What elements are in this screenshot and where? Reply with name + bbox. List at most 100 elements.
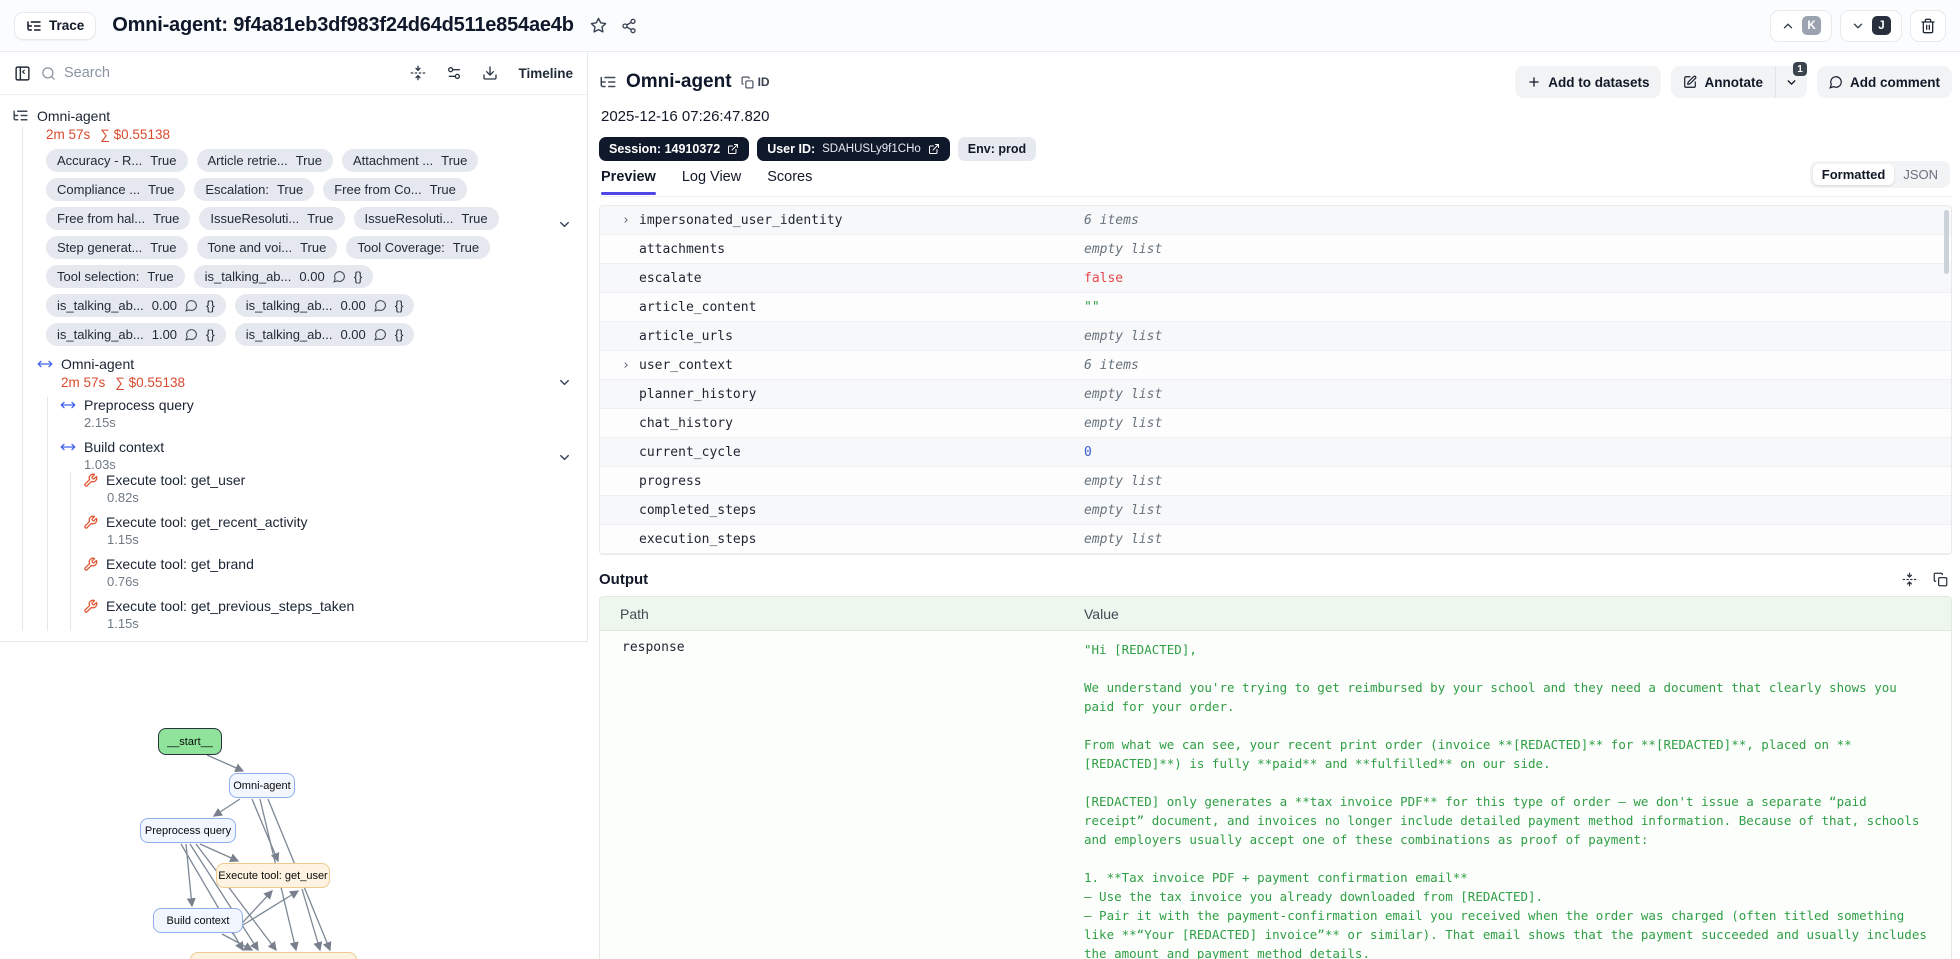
- expand-chevron-icon[interactable]: ›: [622, 358, 639, 373]
- score-badge[interactable]: is_talking_ab... 0.00{}: [234, 294, 415, 317]
- kv-row[interactable]: escalate false: [600, 264, 1951, 293]
- kv-value: false: [1084, 270, 1124, 286]
- output-response-row[interactable]: response "Hi [REDACTED], We understand y…: [600, 631, 1951, 959]
- view-json-option[interactable]: JSON: [1894, 164, 1947, 185]
- kv-key-text: chat_history: [639, 415, 733, 431]
- kv-row[interactable]: chat_history empty list: [600, 409, 1951, 438]
- user-id-badge[interactable]: User ID: SDAHUSLy9f1CHo: [757, 137, 950, 161]
- kv-row[interactable]: attachments empty list: [600, 235, 1951, 264]
- tree-node-span[interactable]: Preprocess query 2.15s: [60, 397, 588, 430]
- tool-duration: 0.76s: [107, 574, 139, 589]
- star-icon[interactable]: [590, 17, 607, 34]
- score-badge[interactable]: Accuracy - R... True: [46, 149, 188, 172]
- collapse-node-chevron[interactable]: [552, 445, 576, 469]
- graph-node-execute-tool-get-user[interactable]: Execute tool: get_user: [216, 863, 330, 888]
- tree-node-tool[interactable]: Execute tool: get_recent_activity 1.15s: [83, 514, 588, 547]
- shortcut-key-k: K: [1802, 16, 1821, 35]
- kv-row[interactable]: progress empty list: [600, 467, 1951, 496]
- search-icon: [41, 66, 56, 81]
- download-icon[interactable]: [482, 65, 498, 81]
- score-badge[interactable]: Free from Co... True: [323, 178, 467, 201]
- graph-node-omni-agent[interactable]: Omni-agent: [229, 773, 295, 798]
- copy-id-button[interactable]: ID: [741, 75, 770, 89]
- next-trace-button[interactable]: J: [1840, 9, 1902, 42]
- score-badge[interactable]: is_talking_ab... 1.00{}: [46, 323, 226, 346]
- collapse-sidebar-icon[interactable]: [14, 65, 31, 82]
- tree-node-tool[interactable]: Execute tool: get_brand 0.76s: [83, 556, 588, 589]
- trace-tree: Omni-agent 2m 57s ∑ $0.55138 Accuracy - R…: [0, 95, 588, 641]
- score-badge[interactable]: Compliance ... True: [46, 178, 186, 201]
- delete-trace-button[interactable]: [1910, 9, 1946, 42]
- graph-node-clipped[interactable]: [190, 952, 357, 959]
- copy-icon[interactable]: [1933, 572, 1948, 587]
- fold-vertical-icon[interactable]: [410, 65, 426, 81]
- tree-node-tool[interactable]: Execute tool: get_previous_steps_taken 1…: [83, 598, 588, 631]
- kv-row[interactable]: › user_context 6 items: [600, 351, 1951, 380]
- kv-value: empty list: [1084, 473, 1163, 489]
- external-link-icon: [728, 144, 739, 154]
- add-to-datasets-button[interactable]: Add to datasets: [1515, 66, 1662, 98]
- add-comment-button[interactable]: Add comment: [1816, 66, 1952, 98]
- plus-icon: [1529, 77, 1539, 87]
- output-col-path: Path: [620, 605, 649, 622]
- kv-value: 0: [1084, 444, 1092, 460]
- expand-chevron-icon[interactable]: ›: [622, 213, 639, 228]
- display-settings-icon[interactable]: [446, 65, 462, 81]
- previous-trace-button[interactable]: K: [1770, 9, 1832, 42]
- view-formatted-option[interactable]: Formatted: [1812, 164, 1895, 185]
- search-field[interactable]: [41, 65, 244, 81]
- kv-row[interactable]: planner_history empty list: [600, 380, 1951, 409]
- fold-vertical-icon[interactable]: [1902, 572, 1917, 587]
- score-badge[interactable]: Tool Coverage: True: [346, 236, 491, 259]
- kv-row[interactable]: › impersonated_user_identity 6 items: [600, 206, 1951, 235]
- graph-node-preprocess-query[interactable]: Preprocess query: [140, 818, 236, 843]
- timeline-toggle[interactable]: Timeline: [518, 66, 573, 81]
- score-badge[interactable]: Step generat... True: [46, 236, 188, 259]
- score-badge[interactable]: is_talking_ab... 0.00{}: [193, 265, 374, 288]
- session-badge[interactable]: Session: 14910372: [599, 137, 750, 161]
- score-badge[interactable]: IssueResoluti... True: [353, 207, 499, 230]
- annotate-dropdown-button[interactable]: 1: [1774, 62, 1807, 98]
- trace-chip[interactable]: Trace: [14, 11, 97, 40]
- tree-node-label: Omni-agent: [37, 107, 111, 124]
- annotate-button[interactable]: Annotate: [1671, 66, 1775, 98]
- tree-node-span[interactable]: Build context 1.03s Execute tool: get_us…: [60, 439, 588, 631]
- kv-key-text: completed_steps: [639, 502, 757, 518]
- kv-row[interactable]: completed_steps empty list: [600, 496, 1951, 525]
- tab-scores[interactable]: Scores: [767, 169, 812, 194]
- tab-log-view[interactable]: Log View: [682, 169, 741, 194]
- detail-tabs: Preview Log View Scores Formatted JSON: [599, 161, 1952, 197]
- output-section-title: Output: [599, 571, 649, 588]
- span-duration: 2.15s: [84, 415, 116, 430]
- score-badge[interactable]: Tool selection: True: [46, 265, 185, 288]
- score-badge[interactable]: is_talking_ab... 0.00{}: [46, 294, 226, 317]
- tree-node-tool[interactable]: Execute tool: get_user 0.82s: [83, 472, 588, 505]
- kv-row[interactable]: article_urls empty list: [600, 322, 1951, 351]
- span-icon: [60, 397, 76, 413]
- score-badge[interactable]: Tone and voi... True: [196, 236, 338, 259]
- score-badge[interactable]: is_talking_ab... 0.00{}: [234, 323, 415, 346]
- chevron-up-icon: [1781, 19, 1795, 33]
- kv-row[interactable]: current_cycle 0: [600, 438, 1951, 467]
- pen-icon: [1684, 75, 1697, 88]
- score-badge[interactable]: IssueResoluti... True: [199, 207, 345, 230]
- collapse-node-chevron[interactable]: [552, 212, 576, 236]
- score-badge[interactable]: Free from hal... True: [46, 207, 191, 230]
- tab-preview[interactable]: Preview: [601, 169, 656, 195]
- scrollbar-thumb[interactable]: [1944, 210, 1949, 274]
- tree-node-root[interactable]: Omni-agent: [12, 107, 588, 124]
- graph-node-start[interactable]: __start__: [158, 728, 222, 755]
- graph-node-build-context[interactable]: Build context: [153, 908, 243, 933]
- share-icon[interactable]: [621, 18, 637, 34]
- external-link-icon: [928, 144, 939, 154]
- score-badge[interactable]: Article retrie... True: [196, 149, 333, 172]
- kv-row[interactable]: article_content "": [600, 293, 1951, 322]
- score-badges: Accuracy - R... True Article retrie... Tru…: [46, 149, 551, 346]
- search-input[interactable]: [64, 65, 244, 81]
- kv-row[interactable]: execution_steps empty list: [600, 525, 1951, 554]
- score-badge[interactable]: Escalation: True: [194, 178, 315, 201]
- tree-node-agent[interactable]: Omni-agent 2m 57s ∑ $0.55138 Preprocess q…: [37, 356, 588, 631]
- collapse-node-chevron[interactable]: [552, 370, 576, 394]
- kv-value: "": [1084, 299, 1100, 315]
- score-badge[interactable]: Attachment ... True: [341, 149, 479, 172]
